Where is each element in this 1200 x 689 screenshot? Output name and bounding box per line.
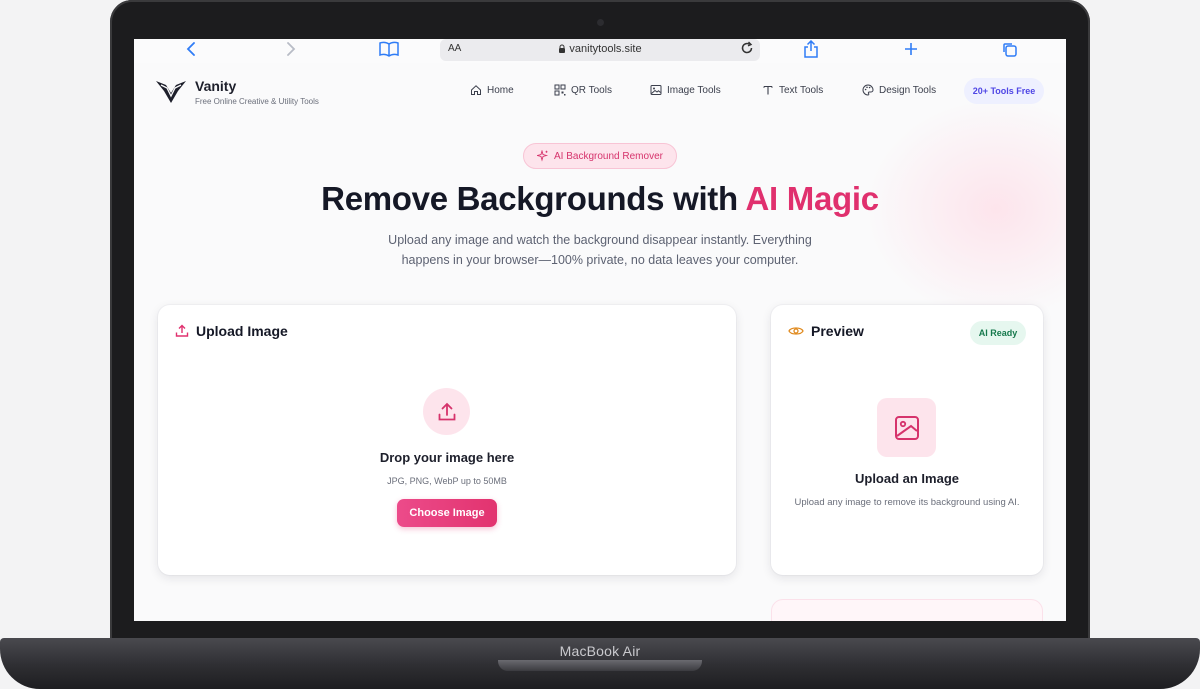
device-label: MacBook Air: [559, 643, 641, 659]
nav-label: QR Tools: [571, 84, 612, 96]
nav-image-tools[interactable]: Image Tools: [650, 84, 721, 96]
next-card: [771, 599, 1043, 621]
nav-label: Home: [487, 84, 514, 96]
laptop-notch: [498, 660, 702, 671]
nav-label: Design Tools: [879, 84, 937, 96]
image-icon: [650, 85, 662, 95]
vanity-logo-icon[interactable]: [156, 79, 186, 108]
screen: AA vanitytools.site Vanity Free Online C…: [134, 39, 1066, 621]
reload-icon[interactable]: [740, 41, 754, 58]
choose-image-button[interactable]: Choose Image: [397, 499, 497, 527]
hero-badge-label: AI Background Remover: [554, 150, 663, 162]
dropzone-hint: JPG, PNG, WebP up to 50MB: [387, 476, 507, 486]
text-icon: [763, 85, 773, 95]
nav-qr-tools[interactable]: QR Tools: [554, 84, 612, 96]
share-icon[interactable]: [802, 39, 820, 59]
eye-icon: [788, 327, 804, 335]
hero-badge: AI Background Remover: [523, 143, 677, 169]
nav-label: Image Tools: [667, 84, 721, 96]
image-placeholder-icon: [877, 398, 936, 457]
tabs-icon[interactable]: [1000, 39, 1018, 59]
palette-icon: [862, 84, 874, 96]
forward-icon[interactable]: [284, 39, 298, 59]
url-label: vanitytools.site: [569, 43, 642, 55]
tools-count-badge[interactable]: 20+ Tools Free: [964, 78, 1044, 104]
address-bar[interactable]: AA vanitytools.site: [440, 39, 760, 61]
nav-design-tools[interactable]: Design Tools: [862, 84, 936, 96]
home-icon: [471, 85, 481, 95]
qr-icon: [554, 84, 566, 96]
status-badge: AI Ready: [970, 321, 1026, 345]
back-icon[interactable]: [184, 39, 198, 59]
sparkle-icon: [537, 150, 549, 162]
page-subtitle: Upload any image and watch the backgroun…: [388, 233, 812, 267]
title-main: Remove Backgrounds with: [321, 180, 746, 217]
preview-heading: Preview: [788, 323, 864, 339]
preview-description: Upload any image to remove its backgroun…: [794, 497, 1020, 508]
brand-tagline: Free Online Creative & Utility Tools: [195, 97, 319, 106]
page-title: Remove Backgrounds with AI Magic: [134, 180, 1066, 218]
brand-name[interactable]: Vanity: [195, 78, 236, 94]
nav-label: Text Tools: [779, 84, 824, 96]
preview-heading-label: Preview: [811, 323, 864, 339]
upload-card[interactable]: Upload Image Drop your image here JPG, P…: [158, 305, 736, 575]
upload-dropzone-icon[interactable]: [423, 388, 470, 435]
site-header: Vanity Free Online Creative & Utility To…: [134, 69, 1066, 117]
preview-title: Upload an Image: [854, 471, 960, 486]
bookmarks-icon[interactable]: [378, 39, 400, 59]
new-tab-icon[interactable]: [902, 39, 920, 59]
upload-icon: [175, 324, 189, 337]
title-accent: AI Magic: [745, 180, 880, 217]
nav-text-tools[interactable]: Text Tools: [762, 84, 823, 96]
upload-heading-label: Upload Image: [196, 323, 288, 339]
browser-toolbar: AA vanitytools.site: [134, 39, 1066, 63]
preview-card: Preview AI Ready Upload an Image Upload …: [771, 305, 1043, 575]
url-text: vanitytools.site: [440, 43, 760, 55]
camera: [597, 19, 604, 26]
lock-icon: [559, 44, 566, 53]
upload-heading: Upload Image: [175, 323, 288, 339]
dropzone-title: Drop your image here: [379, 450, 515, 465]
nav-home[interactable]: Home: [470, 84, 514, 96]
